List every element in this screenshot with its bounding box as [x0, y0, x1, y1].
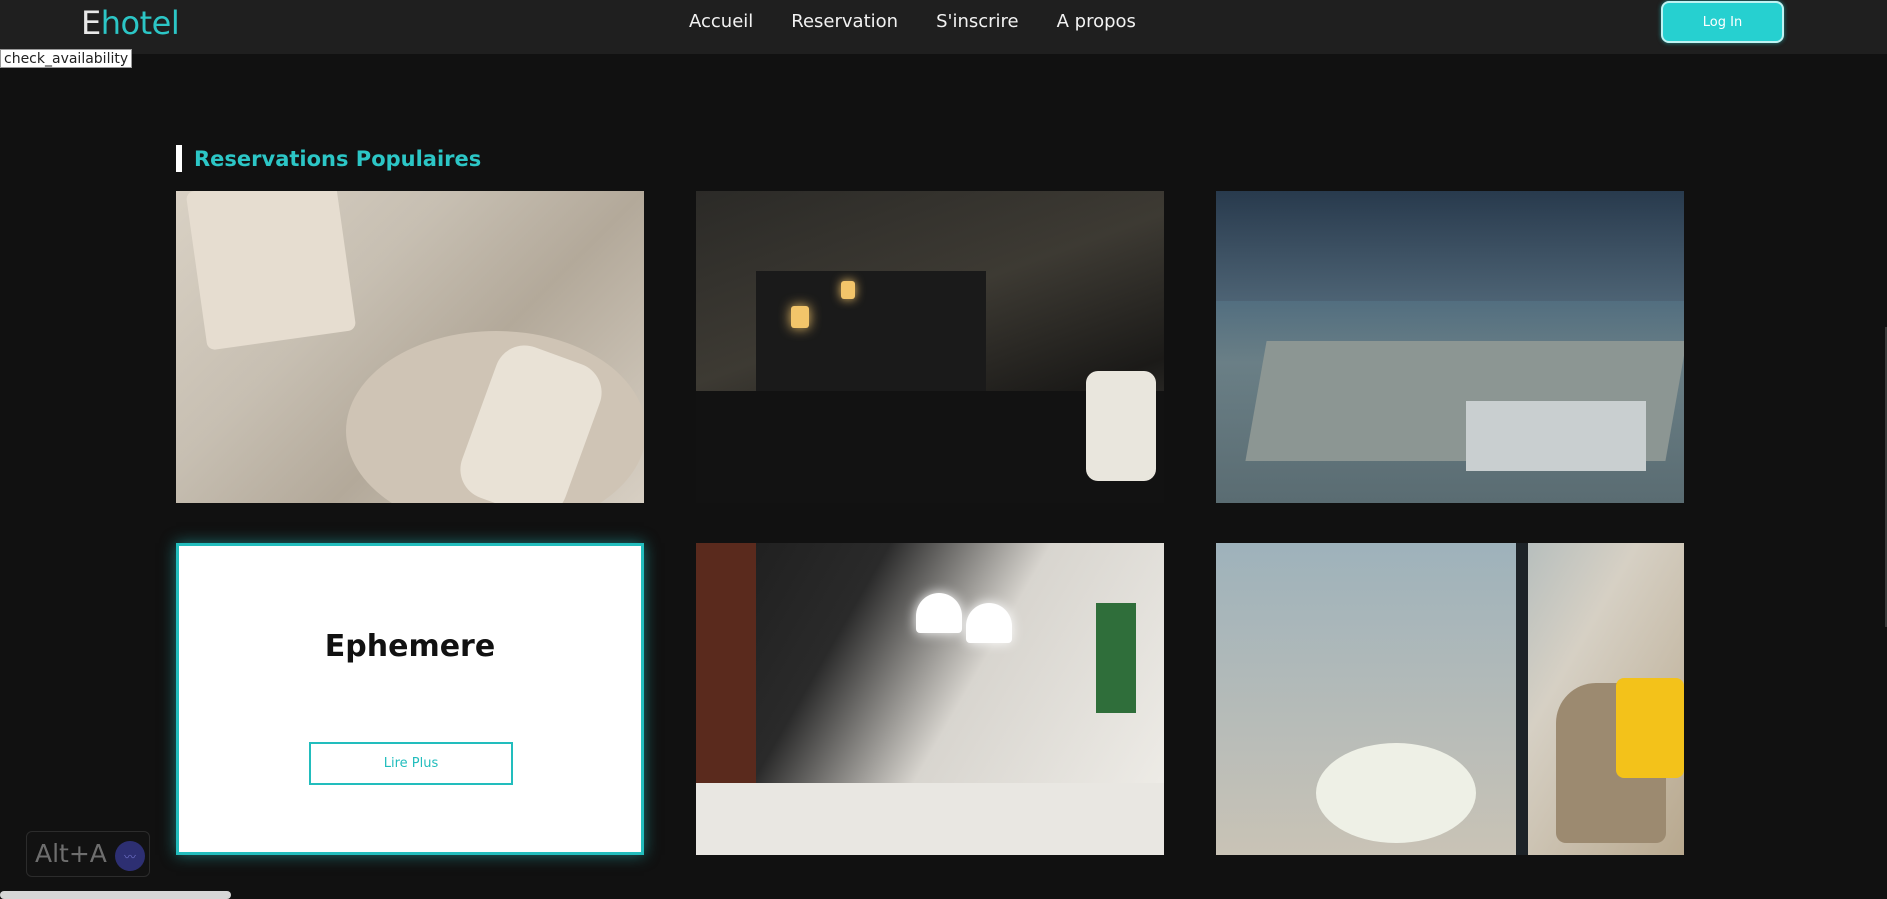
lamp-shape: [966, 603, 1012, 643]
lamp-shape: [916, 593, 962, 633]
login-button[interactable]: Log In: [1661, 1, 1784, 43]
popular-card-1[interactable]: [176, 191, 644, 503]
canopy-shape: [1466, 401, 1646, 471]
building-shape: [1216, 191, 1684, 301]
nav-link-sinscrire[interactable]: S'inscrire: [936, 11, 1019, 33]
navbar: Ehotel Accueil Reservation S'inscrire A …: [0, 0, 1887, 54]
flowers-shape: [1316, 743, 1476, 843]
card-title: Ephemere: [324, 629, 496, 664]
window-frame-shape: [1516, 543, 1528, 855]
nav-link-accueil[interactable]: Accueil: [689, 11, 753, 33]
pillow-shape: [185, 191, 357, 351]
section-title: Reservations Populaires: [176, 145, 481, 172]
nav-link-reservation[interactable]: Reservation: [791, 11, 898, 33]
popular-card-6[interactable]: [1216, 543, 1684, 855]
logo-suffix: hotel: [100, 4, 180, 42]
logo-prefix: E: [81, 4, 101, 42]
popular-card-5[interactable]: [696, 543, 1164, 855]
widget-label: Alt+A: [35, 839, 107, 868]
candle-shape: [791, 306, 809, 328]
cushion-shape: [1616, 678, 1684, 778]
broken-image-alt-text: check_availability: [0, 49, 133, 68]
brand-logo[interactable]: Ehotel: [81, 3, 180, 43]
nav-link-apropos[interactable]: A propos: [1057, 11, 1136, 33]
table-shape: [756, 271, 986, 391]
candle-shape: [841, 281, 855, 299]
cushion-shape: [1086, 371, 1156, 481]
read-more-button[interactable]: Lire Plus: [309, 742, 513, 785]
popular-card-3[interactable]: [1216, 191, 1684, 503]
popular-card-featured[interactable]: Ephemere Lire Plus: [176, 543, 644, 855]
horizontal-scrollbar[interactable]: [0, 891, 231, 899]
chair-shape: [1096, 603, 1136, 713]
popular-card-2[interactable]: [696, 191, 1164, 503]
accessibility-widget[interactable]: Alt+A 〰: [26, 831, 150, 877]
bed-shape: [696, 783, 1164, 855]
nav-links: Accueil Reservation S'inscrire A propos: [689, 11, 1174, 33]
waveform-icon[interactable]: 〰: [115, 841, 145, 871]
